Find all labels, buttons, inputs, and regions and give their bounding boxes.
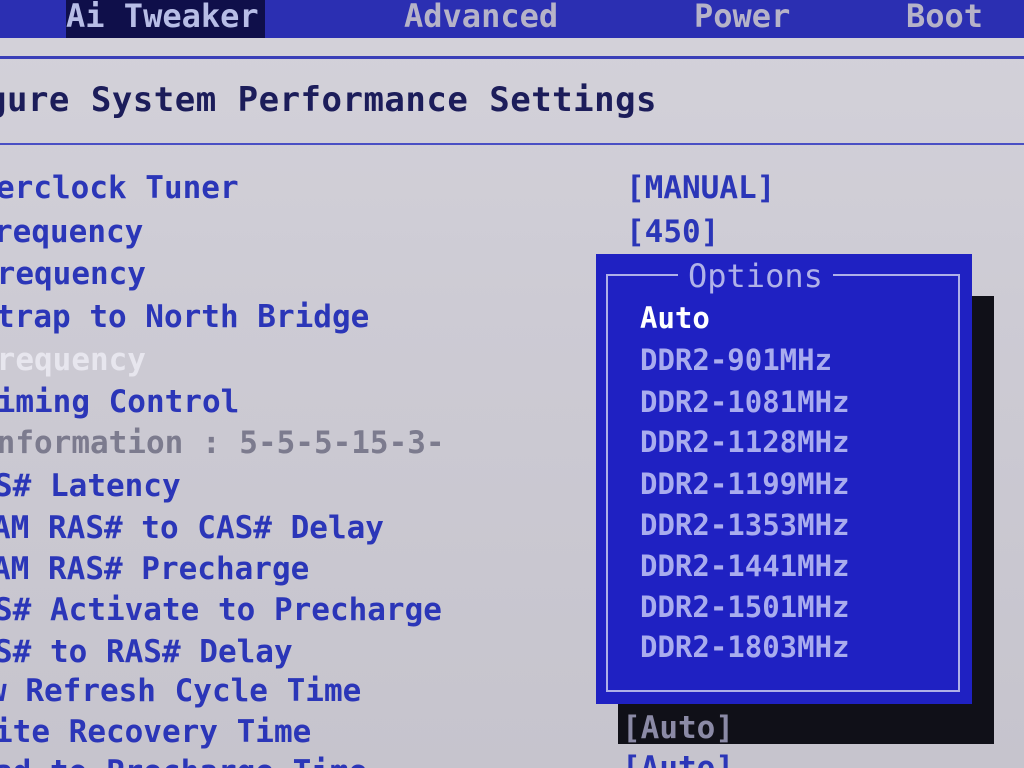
bios-screen: Ai Tweaker Advanced Power Boot gure Syst… xyxy=(0,0,1024,768)
setting-ras-precharge[interactable]: AM RAS# Precharge xyxy=(0,549,309,589)
setting-fsb-frequency-value[interactable]: [450] xyxy=(626,212,719,252)
page-title: gure System Performance Settings xyxy=(0,80,658,120)
option-auto[interactable]: Auto xyxy=(640,298,710,338)
setting-overclock-tuner-value[interactable]: [MANUAL] xyxy=(626,168,775,208)
tab-power[interactable]: Power xyxy=(694,0,790,38)
option-ddr2-901[interactable]: DDR2-901MHz xyxy=(640,340,832,380)
setting-ras-activate-to-precharge[interactable]: S# Activate to Precharge xyxy=(0,590,442,630)
setting-cas-latency[interactable]: S# Latency xyxy=(0,466,181,506)
tab-ai-tweaker[interactable]: Ai Tweaker xyxy=(66,0,265,38)
option-ddr2-1128[interactable]: DDR2-1128MHz xyxy=(640,422,850,462)
menu-divider xyxy=(0,56,1024,59)
options-popup: Options Auto DDR2-901MHz DDR2-1081MHz DD… xyxy=(596,254,972,704)
menu-bar: Ai Tweaker Advanced Power Boot xyxy=(0,0,1024,38)
option-ddr2-1441[interactable]: DDR2-1441MHz xyxy=(640,546,850,586)
option-ddr2-1199[interactable]: DDR2-1199MHz xyxy=(640,464,850,504)
tab-boot[interactable]: Boot xyxy=(906,0,983,38)
setting-write-recovery-time-value[interactable]: [Auto] xyxy=(622,708,734,748)
setting-dram-frequency[interactable]: Frequency xyxy=(0,340,146,380)
option-ddr2-1353[interactable]: DDR2-1353MHz xyxy=(640,505,850,545)
setting-write-recovery-time[interactable]: ite Recovery Time xyxy=(0,712,311,752)
title-divider xyxy=(0,143,1024,145)
option-ddr2-1501[interactable]: DDR2-1501MHz xyxy=(640,587,850,627)
setting-read-to-precharge-time[interactable]: ad to Precharge Time xyxy=(0,752,367,768)
setting-dram-timing-control[interactable]: Timing Control xyxy=(0,382,239,422)
setting-overclock-tuner[interactable]: erclock Tuner xyxy=(0,168,239,208)
setting-fsb-frequency[interactable]: requency xyxy=(0,212,143,252)
setting-timing-information: Information : 5-5-5-15-3- xyxy=(0,425,445,461)
setting-pcie-frequency[interactable]: Frequency xyxy=(0,254,146,294)
setting-fsb-strap[interactable]: trap to North Bridge xyxy=(0,297,369,337)
option-ddr2-1081[interactable]: DDR2-1081MHz xyxy=(640,382,850,422)
setting-row-refresh-cycle-time[interactable]: w Refresh Cycle Time xyxy=(0,671,361,711)
options-popup-title: Options xyxy=(678,256,833,296)
setting-ras-to-ras-delay[interactable]: S# to RAS# Delay xyxy=(0,632,293,672)
setting-ras-to-cas-delay[interactable]: AM RAS# to CAS# Delay xyxy=(0,508,384,548)
tab-advanced[interactable]: Advanced xyxy=(404,0,558,38)
setting-read-to-precharge-time-value[interactable]: [Auto] xyxy=(622,748,734,768)
option-ddr2-1803[interactable]: DDR2-1803MHz xyxy=(640,627,850,667)
